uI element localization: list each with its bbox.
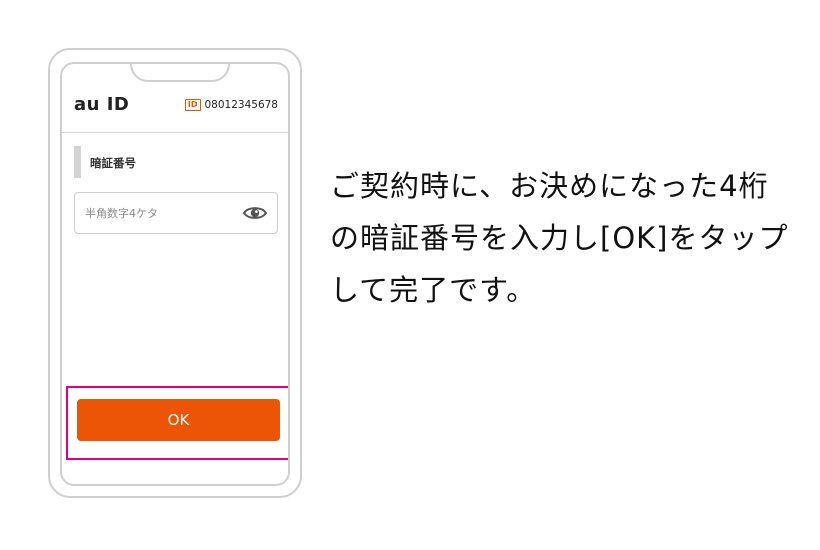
pin-input[interactable] (75, 193, 245, 233)
app-header: au ID ID 08012345678 (62, 86, 288, 133)
ok-button[interactable]: OK (77, 399, 280, 441)
account-id: ID 08012345678 (184, 99, 279, 111)
instruction-text: ご契約時に、お決めになった4桁の暗証番号を入力し[OK]をタップして完了です。 (330, 169, 789, 307)
section-marker (74, 146, 81, 178)
phone-screen: au ID ID 08012345678 暗証番号 OK (60, 62, 290, 486)
pin-field (74, 192, 278, 234)
phone-frame: au ID ID 08012345678 暗証番号 OK (48, 48, 302, 498)
au-id-logo: au ID (74, 94, 130, 115)
pin-section-label: 暗証番号 (90, 156, 136, 170)
id-badge-icon: ID (184, 99, 201, 111)
phone-notch (130, 64, 230, 82)
eye-icon[interactable] (243, 205, 267, 221)
account-id-number: 08012345678 (204, 99, 279, 111)
